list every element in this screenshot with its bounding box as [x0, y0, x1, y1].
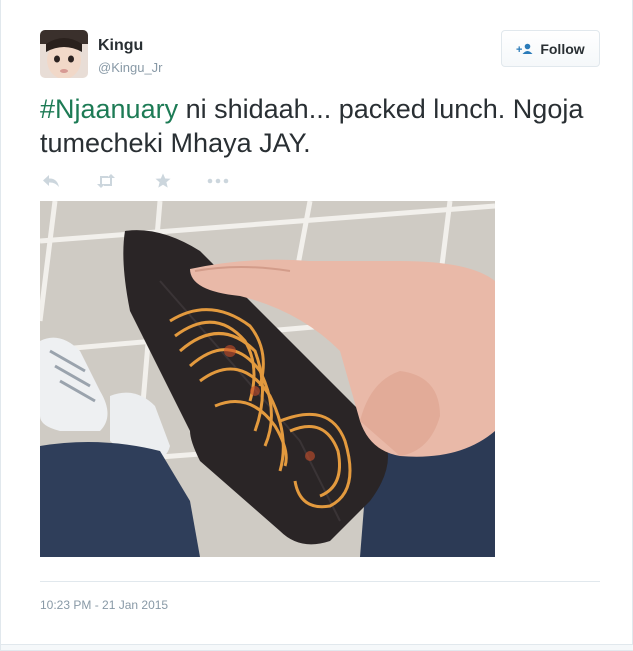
- more-icon[interactable]: [207, 170, 229, 192]
- user-handle[interactable]: @Kingu_Jr: [98, 60, 163, 75]
- tweet-actions: [40, 170, 260, 192]
- hashtag-link[interactable]: #Njaanuary: [40, 94, 178, 124]
- add-user-icon: +: [516, 43, 534, 55]
- divider: [40, 581, 600, 582]
- card-footer-strip: [1, 644, 633, 650]
- svg-text:+: +: [516, 44, 522, 55]
- tweet-card: Kingu @Kingu_Jr + Follow #Njaanuary ni s…: [0, 0, 633, 651]
- reply-icon[interactable]: [40, 170, 62, 192]
- tweet-header: Kingu @Kingu_Jr + Follow: [40, 30, 600, 80]
- favorite-icon[interactable]: [152, 170, 174, 192]
- avatar[interactable]: [40, 30, 88, 78]
- tweet-timestamp[interactable]: 10:23 PM - 21 Jan 2015: [40, 598, 168, 612]
- follow-button[interactable]: + Follow: [501, 30, 600, 67]
- tweet-photo[interactable]: [40, 201, 495, 557]
- user-name[interactable]: Kingu: [98, 37, 143, 55]
- retweet-icon[interactable]: [95, 170, 117, 192]
- follow-button-label: Follow: [540, 40, 585, 57]
- tweet-text: #Njaanuary ni shidaah... packed lunch. N…: [40, 92, 600, 160]
